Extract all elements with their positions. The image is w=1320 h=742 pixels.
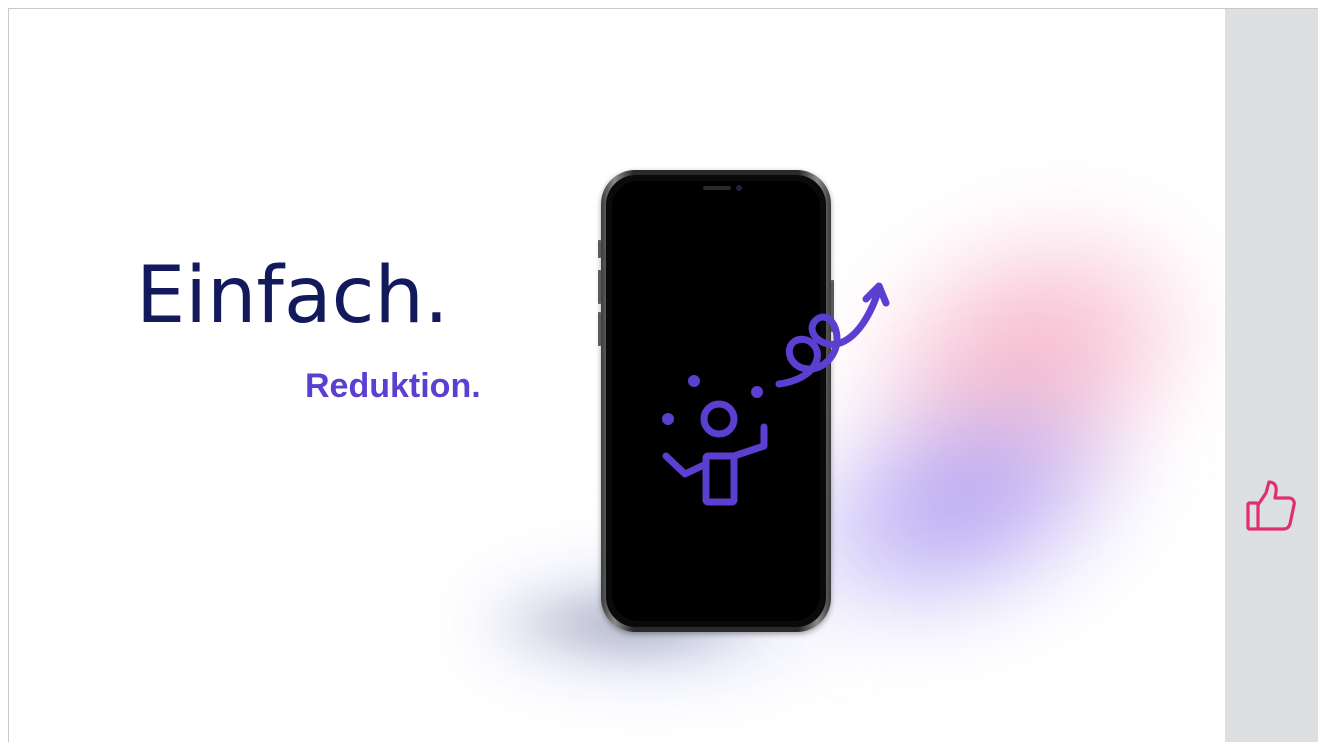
smartphone-mockup <box>598 170 834 632</box>
like-button[interactable] <box>1242 477 1300 535</box>
slide-headline: Einfach. <box>136 251 449 341</box>
phone-camera <box>736 185 742 191</box>
feedback-sidebar <box>1225 9 1318 742</box>
phone-power-button <box>831 280 834 332</box>
slide-subheadline: Reduktion. <box>305 367 481 405</box>
slide-canvas: Einfach. Reduktion. <box>8 8 1318 742</box>
phone-bezel <box>606 175 826 627</box>
phone-mute-switch <box>598 240 601 258</box>
phone-volume-up <box>598 270 601 304</box>
thumbs-up-icon <box>1246 480 1296 531</box>
phone-speaker <box>703 186 731 190</box>
phone-screen <box>612 181 820 621</box>
presentation-window: Einfach. Reduktion. <box>0 0 1320 742</box>
phone-volume-down <box>598 312 601 346</box>
motion-arrowhead-shape <box>862 282 890 307</box>
